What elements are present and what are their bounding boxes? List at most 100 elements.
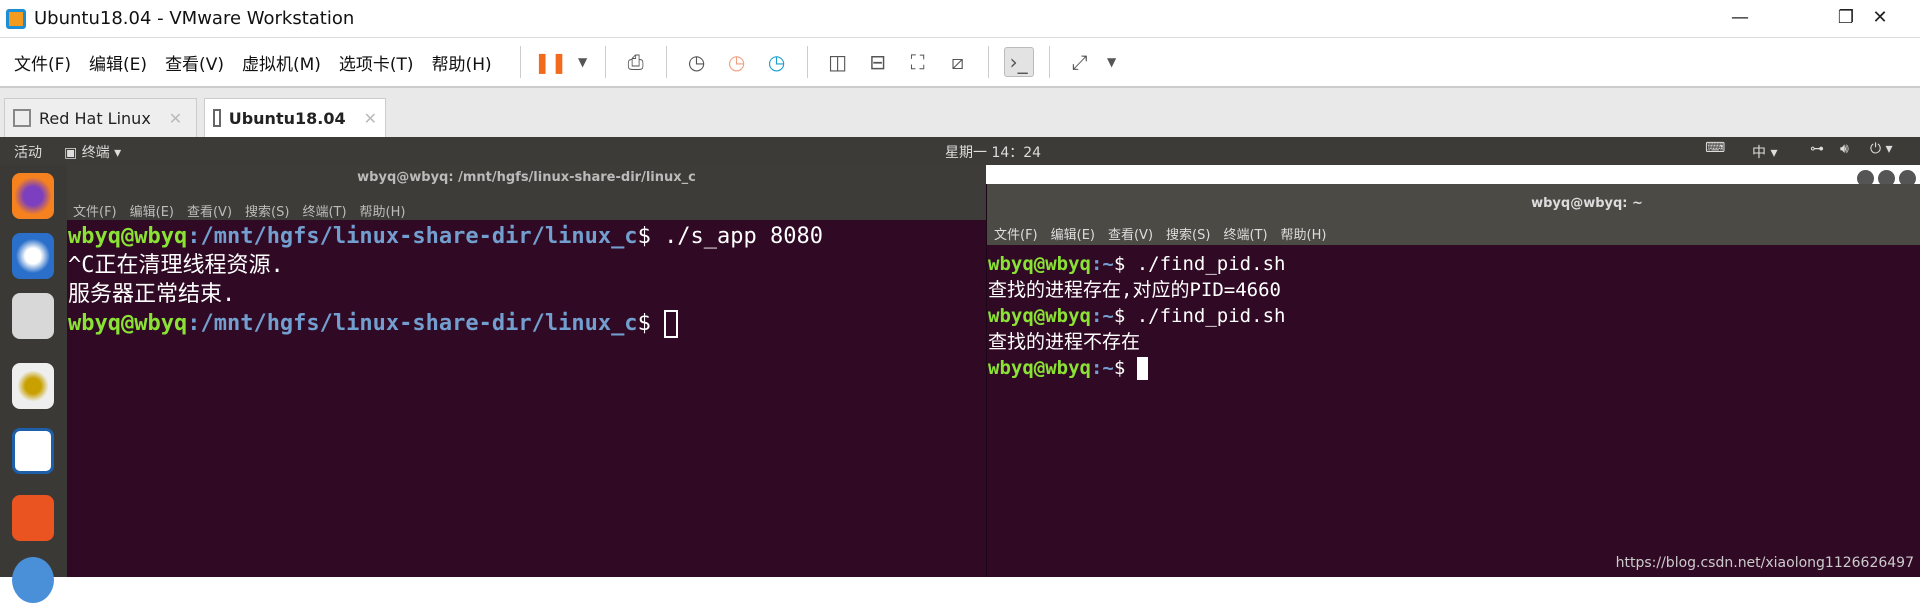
chevron-down-icon[interactable]: ▼ [1105,47,1119,77]
vm-running-icon [213,109,221,127]
divider [1048,46,1050,78]
firefox-icon[interactable] [12,173,54,219]
terminal-line: 服务器正常结束. [68,282,236,307]
prompt-symbol: $ [1113,253,1137,275]
snapshot-icon[interactable]: ◷ [682,47,712,77]
dock [0,165,67,603]
libreoffice-writer-icon[interactable] [12,428,54,474]
prompt-symbol: $ [1113,357,1137,379]
menu-view[interactable]: 查看(V) [187,201,232,220]
send-keys-icon[interactable]: ⎙ [621,47,651,77]
rhythmbox-icon[interactable] [12,363,54,409]
menu-edit[interactable]: 编辑(E) [1051,224,1095,243]
volume-icon[interactable]: 🔊︎ [1840,141,1849,157]
keyboard-icon[interactable]: ⌨ [1705,140,1725,156]
app-menu-label: 终端 ▾ [81,145,122,161]
divider [987,46,989,78]
prompt-user: wbyq@wbyq [68,311,188,336]
terminal-title: wbyq@wbyq: /mnt/hgfs/linux-share-dir/lin… [357,170,696,185]
library-view-icon[interactable]: ◫ [823,47,853,77]
prompt-path: :~ [1090,253,1114,275]
terminal-output[interactable]: wbyq@wbyq:~$ ./find_pid.sh 查找的进程存在,对应的PID… [987,245,1920,387]
software-center-icon[interactable] [12,495,54,541]
menu-view[interactable]: 查看(V) [165,50,224,75]
thunderbird-icon[interactable] [12,233,54,279]
command: ./find_pid.sh [1136,253,1286,275]
menu-edit[interactable]: 编辑(E) [89,50,147,75]
vmware-logo-icon [6,8,26,29]
chevron-down-icon[interactable]: ▼ [576,47,590,77]
clock[interactable]: 星期一 14：24 [945,142,1041,162]
prompt-symbol: $ [1113,305,1137,327]
cursor [664,310,679,338]
vm-paused-icon [13,109,31,127]
input-method[interactable]: 中 ▾ [1752,142,1777,162]
cursor [1136,357,1148,380]
prompt-path: :/mnt/hgfs/linux-share-dir/linux_c [187,311,638,336]
title-bar: Ubuntu18.04 - VMware Workstation — ❐ ✕ [0,0,1920,37]
menu-tabs[interactable]: 选项卡(T) [339,50,414,75]
menu-search[interactable]: 搜索(S) [245,201,289,220]
divider [665,46,667,78]
fullscreen-icon[interactable]: ⛶ [903,47,933,77]
prompt-symbol: $ [637,224,665,249]
divider [604,46,606,78]
tab-ubuntu[interactable]: Ubuntu18.04 ✕ [204,98,386,137]
power-icon[interactable]: ⏻ ▾ [1870,141,1893,157]
menu-help[interactable]: 帮助(H) [360,201,406,220]
terminal-window-right[interactable]: wbyq@wbyq: ~ 文件(F) 编辑(E) 查看(V) 搜索(S) 终端(… [986,184,1920,577]
console-view-icon[interactable]: ›_ [1003,47,1034,77]
close-tab-icon[interactable]: ✕ [364,109,377,128]
tab-label: Red Hat Linux [39,108,151,128]
tab-bar: Red Hat Linux ✕ Ubuntu18.04 ✕ [0,88,1920,137]
unity-icon[interactable]: ⧄ [943,47,973,77]
files-icon[interactable] [12,293,54,339]
prompt-user: wbyq@wbyq [988,305,1091,327]
toolbar: 文件(F) 编辑(E) 查看(V) 虚拟机(M) 选项卡(T) 帮助(H) ❚❚… [0,37,1920,88]
watermark: https://blog.csdn.net/xiaolong1126626497 [1615,555,1914,571]
menu-view[interactable]: 查看(V) [1108,224,1153,243]
thumbnail-view-icon[interactable]: ⊟ [863,47,893,77]
terminal-window-left[interactable]: wbyq@wbyq: /mnt/hgfs/linux-share-dir/lin… [67,165,986,577]
terminal-line: wbyq@wbyq:~$ [988,355,1919,381]
prompt-path: :~ [1090,357,1114,379]
prompt-user: wbyq@wbyq [988,253,1091,275]
close-button[interactable]: ✕ [1860,4,1900,32]
help-icon[interactable] [12,557,54,603]
terminal-icon: ▣ [64,145,82,161]
terminal-line: wbyq@wbyq:~$ ./find_pid.sh [988,251,1919,277]
menu-search[interactable]: 搜索(S) [1166,224,1210,243]
pause-icon[interactable]: ❚❚ [534,47,568,77]
terminal-line: wbyq@wbyq:/mnt/hgfs/linux-share-dir/linu… [68,222,985,251]
menu-file[interactable]: 文件(F) [14,50,71,75]
terminal-title: wbyq@wbyq: ~ [1531,196,1643,211]
terminal-menubar: 文件(F) 编辑(E) 查看(V) 搜索(S) 终端(T) 帮助(H) [73,201,405,220]
window-title: Ubuntu18.04 - VMware Workstation [34,8,355,29]
terminal-header: wbyq@wbyq: /mnt/hgfs/linux-share-dir/lin… [67,165,986,220]
snapshot-manager-icon[interactable]: ◷ [762,47,792,77]
network-icon[interactable]: ⊶ [1810,141,1824,157]
prompt-path: :/mnt/hgfs/linux-share-dir/linux_c [187,224,638,249]
tab-label: Ubuntu18.04 [228,108,346,128]
tab-red-hat-linux[interactable]: Red Hat Linux ✕ [4,98,197,137]
menu-file[interactable]: 文件(F) [73,201,117,220]
terminal-line: 查找的进程存在,对应的PID=4660 [988,279,1281,301]
revert-snapshot-icon[interactable]: ◷ [722,47,752,77]
command: ./s_app 8080 [664,224,824,249]
menu-terminal[interactable]: 终端(T) [1223,224,1267,243]
stretch-icon[interactable]: ⤢ [1065,47,1095,77]
menu-vm[interactable]: 虚拟机(M) [242,50,321,75]
menu-terminal[interactable]: 终端(T) [302,201,346,220]
menu-edit[interactable]: 编辑(E) [130,201,174,220]
menu-file[interactable]: 文件(F) [994,224,1038,243]
menu-help[interactable]: 帮助(H) [432,50,492,75]
close-tab-icon[interactable]: ✕ [169,109,182,128]
terminal-app-menu[interactable]: ▣ 终端 ▾ [64,142,121,162]
activities-button[interactable]: 活动 [14,142,42,162]
terminal-header: wbyq@wbyq: ~ 文件(F) 编辑(E) 查看(V) 搜索(S) 终端(… [987,184,1920,245]
minimize-button[interactable]: — [1720,4,1760,32]
prompt-user: wbyq@wbyq [988,357,1091,379]
terminal-output[interactable]: wbyq@wbyq:/mnt/hgfs/linux-share-dir/linu… [67,220,986,340]
terminal-line: ^C正在清理线程资源. [68,253,284,278]
menu-help[interactable]: 帮助(H) [1281,224,1327,243]
